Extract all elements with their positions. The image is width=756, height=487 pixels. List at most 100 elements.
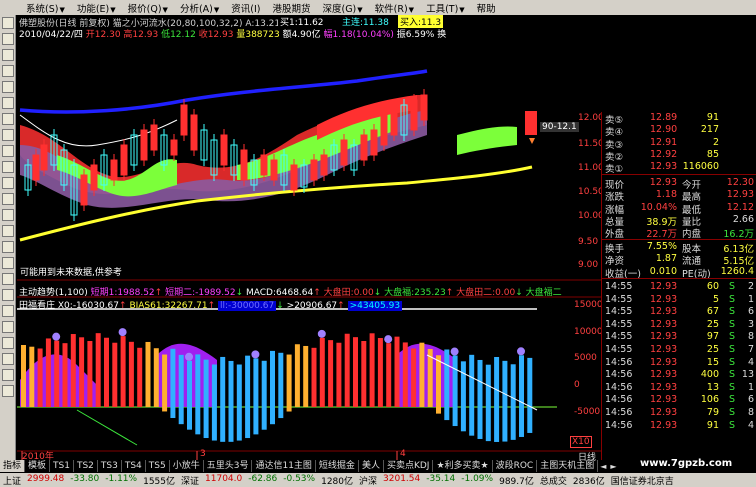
tab-next-icon[interactable]: ►	[608, 462, 618, 471]
toolbar-button[interactable]	[2, 129, 14, 141]
indicator-bar	[419, 342, 425, 407]
menu-item[interactable]: 资讯(I)	[225, 1, 266, 15]
menu-item[interactable]: 深度(G)▼	[316, 1, 368, 15]
kline-chart-area[interactable]	[17, 15, 601, 460]
tick-row: 14:56 12.93 400 S 13	[602, 369, 756, 381]
tick-side: S	[728, 356, 735, 368]
template-tab[interactable]: 模板	[25, 460, 51, 472]
menu-item[interactable]: 港股期货	[266, 1, 316, 15]
template-tab[interactable]: TS2	[74, 460, 98, 472]
toolbar-button[interactable]	[2, 113, 14, 125]
template-tab[interactable]: 短线掘金	[316, 460, 359, 472]
tick-time: 14:56	[605, 356, 633, 368]
tick-volume: 25	[706, 318, 719, 330]
toolbar-button[interactable]	[2, 241, 14, 253]
stat-value: 1.87	[655, 253, 677, 265]
template-tab[interactable]: 指标	[0, 460, 26, 472]
indicator1-header: 主动趋势(1,100) 短期1:1988.52↑ 短期二:-1989.52↓ M…	[19, 288, 562, 298]
toolbar-button[interactable]	[2, 337, 14, 349]
toolbar-button[interactable]	[2, 273, 14, 285]
menu-item[interactable]: 报价(Q)▼	[122, 1, 174, 15]
indicator-bar	[469, 354, 475, 436]
template-tab[interactable]: 通达信11主图	[252, 460, 316, 472]
indicator-bar	[120, 336, 126, 407]
toolbar-button[interactable]	[2, 145, 14, 157]
toolbar-button[interactable]	[2, 33, 14, 45]
indicator-bar	[62, 343, 68, 407]
indicator-bar	[162, 354, 168, 412]
template-tab[interactable]: TS1	[50, 460, 74, 472]
sell-level-volume: 217	[700, 124, 719, 136]
indicator-bar	[54, 340, 60, 407]
toolbar-button[interactable]	[2, 161, 14, 173]
toolbar-button[interactable]	[2, 225, 14, 237]
tick-count: 7	[747, 344, 754, 355]
menu-item[interactable]: 软件(R)▼	[369, 1, 420, 15]
indicator-bar	[286, 354, 292, 412]
signal-dot-icon	[52, 332, 61, 341]
tick-time: 14:55	[605, 331, 633, 343]
toolbar-button[interactable]	[2, 49, 14, 61]
template-tab[interactable]: ★利多买卖★	[433, 460, 493, 472]
tick-side: S	[728, 344, 735, 355]
toolbar-button[interactable]	[2, 385, 14, 397]
toolbar-button[interactable]	[2, 257, 14, 269]
indicator-bar	[211, 364, 217, 441]
indicator-bar	[261, 360, 267, 430]
toolbar-button[interactable]	[2, 193, 14, 205]
template-tab[interactable]: 美人	[359, 460, 384, 472]
indicator-bar	[203, 359, 209, 439]
indicator-bar	[112, 342, 118, 407]
template-tab[interactable]: 五里头3号	[204, 460, 253, 472]
period-label[interactable]: 日线	[578, 450, 596, 463]
stat-value: 10.04%	[640, 201, 677, 213]
market-index-status: 沪深 3201.54 -35.14 -1.09% 989.7亿	[356, 474, 537, 487]
menu-item[interactable]: 功能(E)▼	[71, 1, 122, 15]
tick-price: 12.93	[650, 293, 678, 305]
indicator-bar	[328, 340, 334, 407]
tick-count: 3	[747, 318, 754, 330]
indicator-axis-label: 0	[574, 380, 580, 390]
x10-button[interactable]: X10	[570, 436, 592, 448]
template-tab[interactable]: 小放牛	[170, 460, 204, 472]
menu-item[interactable]: 分析(A)▼	[174, 1, 225, 15]
indicator-bar	[137, 347, 143, 407]
menu-item[interactable]: 帮助	[471, 1, 502, 15]
template-tab[interactable]: 买卖点KDJ	[384, 460, 434, 472]
tick-side: S	[728, 281, 735, 292]
tab-prev-icon[interactable]: ◄	[598, 462, 608, 471]
toolbar-button[interactable]	[2, 81, 14, 93]
toolbar-button[interactable]	[2, 17, 14, 29]
toolbar-button[interactable]	[2, 353, 14, 365]
tick-side: S	[728, 419, 735, 431]
indicator-bar	[220, 356, 226, 442]
template-tab[interactable]: TS3	[98, 460, 122, 472]
toolbar-button[interactable]	[2, 65, 14, 77]
menu-item[interactable]: 工具(T)▼	[420, 1, 471, 15]
toolbar-button[interactable]	[2, 97, 14, 109]
tick-side: S	[728, 369, 735, 381]
indicator-bar	[178, 354, 184, 425]
template-tab[interactable]: TS4	[122, 460, 146, 472]
signal-dot-icon	[450, 347, 459, 356]
toolbar-button[interactable]	[2, 177, 14, 189]
indicator-bar	[444, 349, 450, 421]
indicator-bar	[294, 344, 300, 407]
template-tab[interactable]: 波段ROC	[493, 460, 538, 472]
indicator-bar	[187, 360, 192, 430]
template-tab[interactable]: TS5	[146, 460, 170, 472]
menu-item[interactable]: 系统(S)▼	[20, 1, 71, 15]
tick-price: 12.93	[650, 306, 678, 318]
toolbar-button[interactable]	[2, 321, 14, 333]
toolbar-button[interactable]	[2, 289, 14, 301]
sell-level-row: 卖④ 12.90 217	[602, 124, 756, 138]
toolbar-button[interactable]	[2, 305, 14, 317]
index-amt: 1555亿	[143, 476, 175, 487]
toolbar-button[interactable]	[2, 209, 14, 221]
quote-panel: 卖⑤ 12.89 91 卖④ 12.90 217 卖③ 12.91 2 卖② 12.92 85 卖① 12…	[601, 112, 756, 460]
tick-time: 14:55	[605, 306, 633, 318]
tick-volume: 13	[706, 381, 719, 393]
x-label-month-4: 4	[400, 449, 406, 459]
tick-row: 14:55 12.93 60 S 2	[602, 281, 756, 293]
toolbar-button[interactable]	[2, 369, 14, 381]
